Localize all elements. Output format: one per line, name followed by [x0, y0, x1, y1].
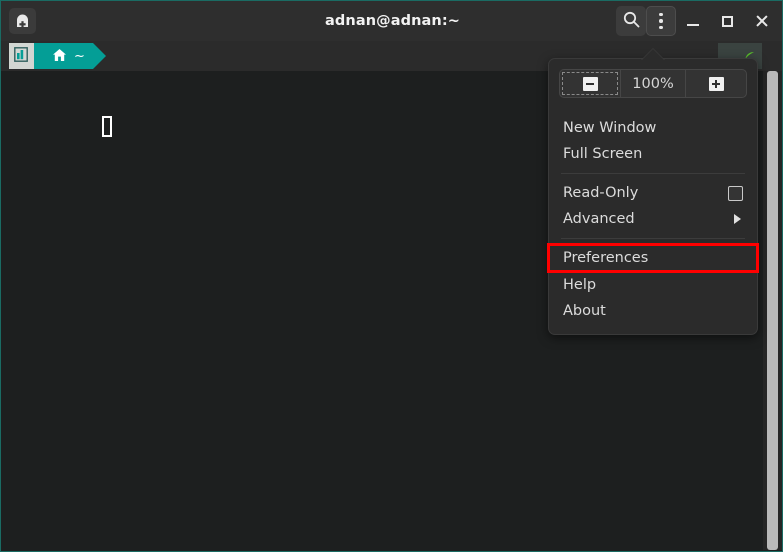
- menu-arrow: [642, 49, 664, 60]
- menu-item-label: About: [563, 302, 606, 319]
- menu-separator-1: [561, 173, 745, 174]
- menu-item-about[interactable]: About: [549, 298, 757, 324]
- scrollbar-thumb[interactable]: [767, 71, 778, 550]
- menu-button[interactable]: [646, 6, 676, 36]
- menu-separator-2: [561, 238, 745, 239]
- close-button[interactable]: [744, 6, 778, 36]
- new-tab-button[interactable]: [9, 8, 36, 34]
- menu-item-label: Preferences: [563, 249, 649, 266]
- tab-item[interactable]: ~: [9, 43, 106, 69]
- tab-title-segment: ~: [34, 43, 106, 69]
- minimize-icon: [687, 24, 699, 26]
- titlebar-right-group: [616, 6, 778, 36]
- tab-status-segment: [9, 43, 46, 69]
- tab-label: ~: [74, 48, 85, 64]
- close-icon: [755, 15, 768, 28]
- minimize-button[interactable]: [676, 6, 710, 36]
- menu-item-label: Advanced: [563, 210, 635, 227]
- menu-item-label: Full Screen: [563, 145, 643, 162]
- terminal-window: adnan@adnan:~ ~ 100% New Window Full Scr…: [0, 0, 783, 552]
- titlebar-left-group: [9, 8, 36, 34]
- zoom-out-button[interactable]: [560, 70, 620, 97]
- terminal-scrollbar[interactable]: [763, 71, 782, 550]
- zoom-out-icon: [582, 76, 598, 91]
- maximize-button[interactable]: [710, 6, 744, 36]
- chart-bars-icon: [14, 46, 28, 66]
- menu-item-help[interactable]: Help: [549, 272, 757, 298]
- search-icon: [623, 11, 640, 32]
- menu-item-preferences[interactable]: Preferences: [547, 243, 759, 273]
- menu-item-label: Help: [563, 276, 597, 293]
- zoom-in-button[interactable]: [686, 70, 746, 97]
- menu-item-new-window[interactable]: New Window: [549, 115, 757, 141]
- menu-item-label: New Window: [563, 119, 657, 136]
- zoom-in-icon: [708, 76, 724, 91]
- menu-item-full-screen[interactable]: Full Screen: [549, 141, 757, 167]
- menu-item-advanced[interactable]: Advanced: [549, 206, 757, 232]
- menu-item-read-only[interactable]: Read-Only: [549, 180, 757, 206]
- main-menu-popover: 100% New Window Full Screen Read-Only Ad…: [547, 48, 759, 335]
- new-tab-icon: [15, 14, 30, 28]
- terminal-cursor: [102, 116, 112, 137]
- menu-top-gap: [549, 108, 757, 115]
- menu-item-label: Read-Only: [563, 184, 639, 201]
- home-icon: [52, 48, 67, 65]
- chevron-right-icon: [734, 214, 741, 224]
- zoom-level-value: 100%: [632, 75, 674, 92]
- zoom-control-group: 100%: [559, 69, 747, 98]
- search-button[interactable]: [616, 6, 646, 36]
- titlebar: adnan@adnan:~: [1, 1, 782, 41]
- maximize-icon: [721, 15, 733, 27]
- read-only-checkbox[interactable]: [728, 185, 743, 201]
- kebab-menu-icon: [659, 12, 663, 30]
